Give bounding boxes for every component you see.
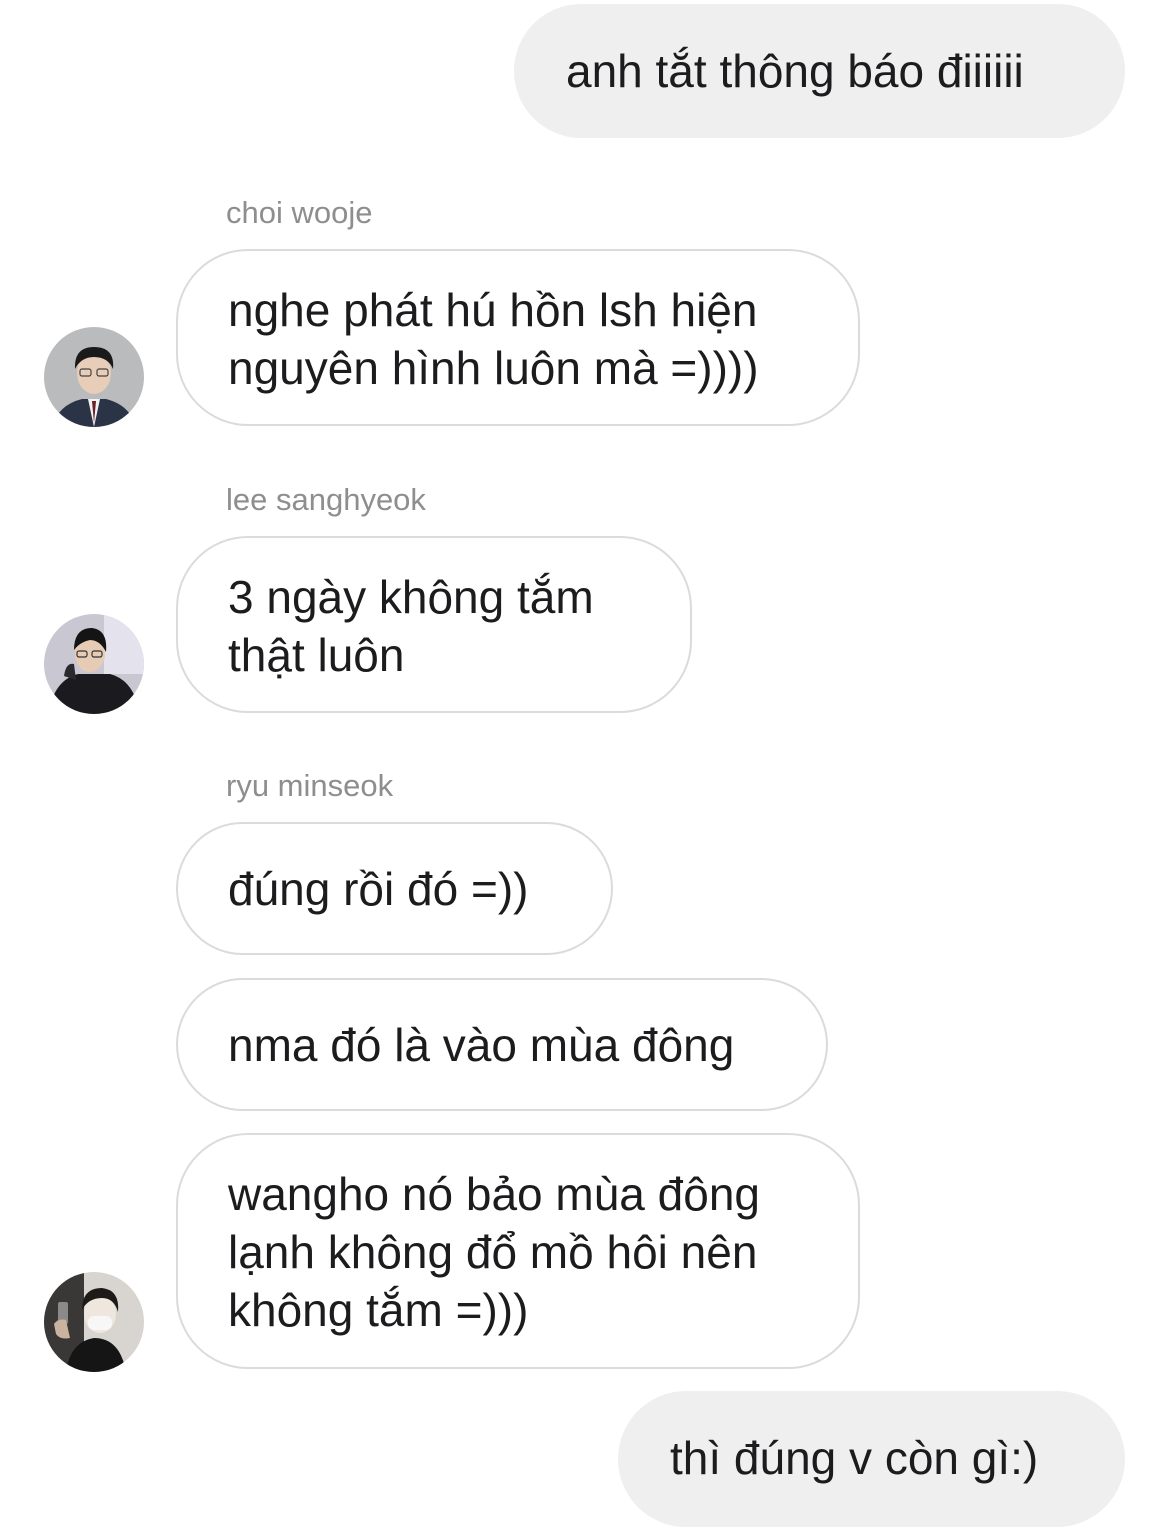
avatar-photo-icon xyxy=(44,327,144,427)
sender-name: choi wooje xyxy=(226,195,373,230)
avatar[interactable] xyxy=(44,1272,144,1372)
sender-name: ryu minseok xyxy=(226,768,394,803)
avatar[interactable] xyxy=(44,327,144,427)
message-bubble-incoming[interactable]: nghe phát hú hồn lsh hiện nguyên hình lu… xyxy=(176,249,860,426)
message-bubble-outgoing[interactable]: thì đúng v còn gì:) xyxy=(618,1391,1125,1527)
avatar[interactable] xyxy=(44,614,144,714)
message-bubble-incoming[interactable]: wangho nó bảo mùa đông lạnh không đổ mồ … xyxy=(176,1133,860,1369)
sender-name: lee sanghyeok xyxy=(226,482,426,517)
message-bubble-incoming[interactable]: nma đó là vào mùa đông xyxy=(176,978,828,1111)
message-bubble-incoming[interactable]: đúng rồi đó =)) xyxy=(176,822,613,955)
avatar-photo-icon xyxy=(44,1272,144,1372)
message-bubble-incoming[interactable]: 3 ngày không tắm thật luôn xyxy=(176,536,692,713)
avatar-photo-icon xyxy=(44,614,144,714)
message-bubble-outgoing[interactable]: anh tắt thông báo điiiiii xyxy=(514,4,1125,138)
